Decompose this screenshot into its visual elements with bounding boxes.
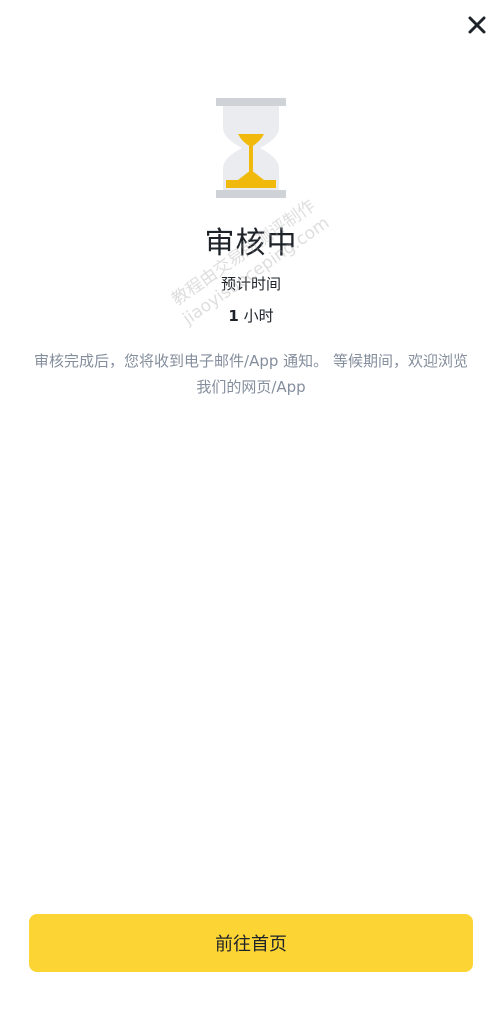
estimated-time-label: 预计时间 <box>220 275 281 293</box>
hourglass-icon <box>216 98 286 198</box>
status-description: 审核完成后，您将收到电子邮件/App 通知。 等候期间，欢迎浏览我们的网页/Ap… <box>34 352 468 396</box>
page-title: 审核中 <box>204 226 298 261</box>
estimated-time-value: 1 小时 <box>0 305 502 326</box>
go-home-button[interactable]: 前往首页 <box>29 914 473 972</box>
estimated-time-unit: 小时 <box>238 307 274 325</box>
close-button[interactable] <box>464 12 490 38</box>
estimated-time-number: 1 <box>228 307 239 325</box>
close-icon[interactable] <box>468 16 486 34</box>
